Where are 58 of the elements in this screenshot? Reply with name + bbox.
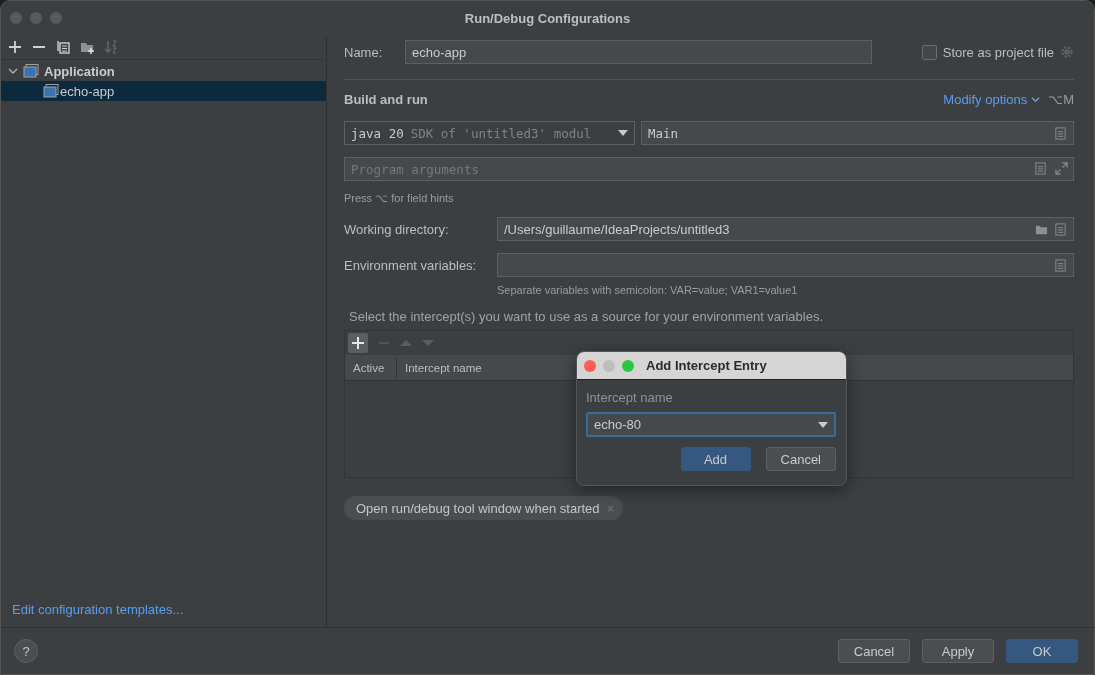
modify-options-link[interactable]: Modify options [943,91,1028,107]
section-title: Build and run [344,91,428,107]
shortcut-label: ⌥M [1048,91,1074,107]
intercept-name-label: Intercept name [586,390,674,405]
intercept-prompt-text: Select the intercept(s) you want to use as a source for your environment variables. [349,309,824,324]
environment-variables-field[interactable] [497,253,1074,277]
working-directory-label: Working directory: [344,221,450,237]
close-icon[interactable] [605,503,615,513]
dropdown-arrow-icon [618,130,628,136]
chevron-icon[interactable] [8,66,18,76]
column-header[interactable]: Intercept name [396,357,490,378]
working-directory-field[interactable]: /Users/guillaume/IdeaProjects/untitled3 [497,217,1074,241]
zoom-window-icon[interactable] [622,359,634,372]
chevron-icon[interactable] [1031,94,1041,104]
minimize-window-icon[interactable] [603,359,615,372]
window-title: Run/Debug Configurations [463,10,632,26]
move-up-icon [400,337,412,349]
document-icon[interactable] [1034,162,1047,175]
add-icon[interactable] [348,333,368,353]
sort-icon [104,40,118,54]
close-window-icon[interactable] [584,359,596,372]
add-icon[interactable] [8,40,22,54]
expand-icon[interactable] [1055,162,1068,175]
dialog-title: Add Intercept Entry [646,358,767,373]
name-label: Name: [344,44,384,60]
column-header[interactable]: Active [345,357,396,378]
document-icon[interactable] [1054,258,1067,272]
settings-icon[interactable] [1060,45,1074,59]
edit-templates-link[interactable]: Edit configuration templates... [1,602,184,627]
dropdown-arrow-icon [818,421,828,428]
dialog-button[interactable]: Add [680,447,751,471]
help-button[interactable]: ? [14,639,38,663]
dialog-button[interactable]: Cancel [765,447,836,471]
checkbox[interactable] [921,44,937,60]
new-folder-icon[interactable] [80,40,94,54]
tree-item[interactable]: Application [1,61,326,81]
close-window-icon[interactable] [10,12,22,24]
window-icon [43,84,59,98]
tree-item[interactable]: echo-app [1,81,326,101]
field-hint-text: Press ⌥ for field hints [344,192,455,205]
window-icon [23,64,39,78]
main-class-field[interactable]: Main [641,121,1074,145]
environment-variables-hint: Separate variables with semicolon: VAR=value; VAR1=value1 [497,284,799,296]
store-as-project-file-label[interactable]: Store as project file [942,44,1054,60]
minimize-window-icon[interactable] [30,12,42,24]
zoom-window-icon[interactable] [50,12,62,24]
jdk-dropdown[interactable]: java 20 SDK of 'untitled3' modul [344,121,635,145]
intercept-name-dropdown[interactable]: echo-80 [586,412,836,437]
name-field[interactable]: echo-app [405,40,872,64]
move-down-icon [422,337,434,349]
document-icon[interactable] [1054,222,1067,236]
copy-icon[interactable] [56,40,70,54]
environment-variables-label: Environment variables: [344,257,478,273]
option-chip-label: Open run/debug tool window when started [356,500,600,516]
dialog-button[interactable]: Cancel [838,639,910,663]
dialog-button[interactable]: Apply [922,639,994,663]
document-icon[interactable] [1054,126,1067,140]
dialog-button[interactable]: OK [1006,639,1078,663]
